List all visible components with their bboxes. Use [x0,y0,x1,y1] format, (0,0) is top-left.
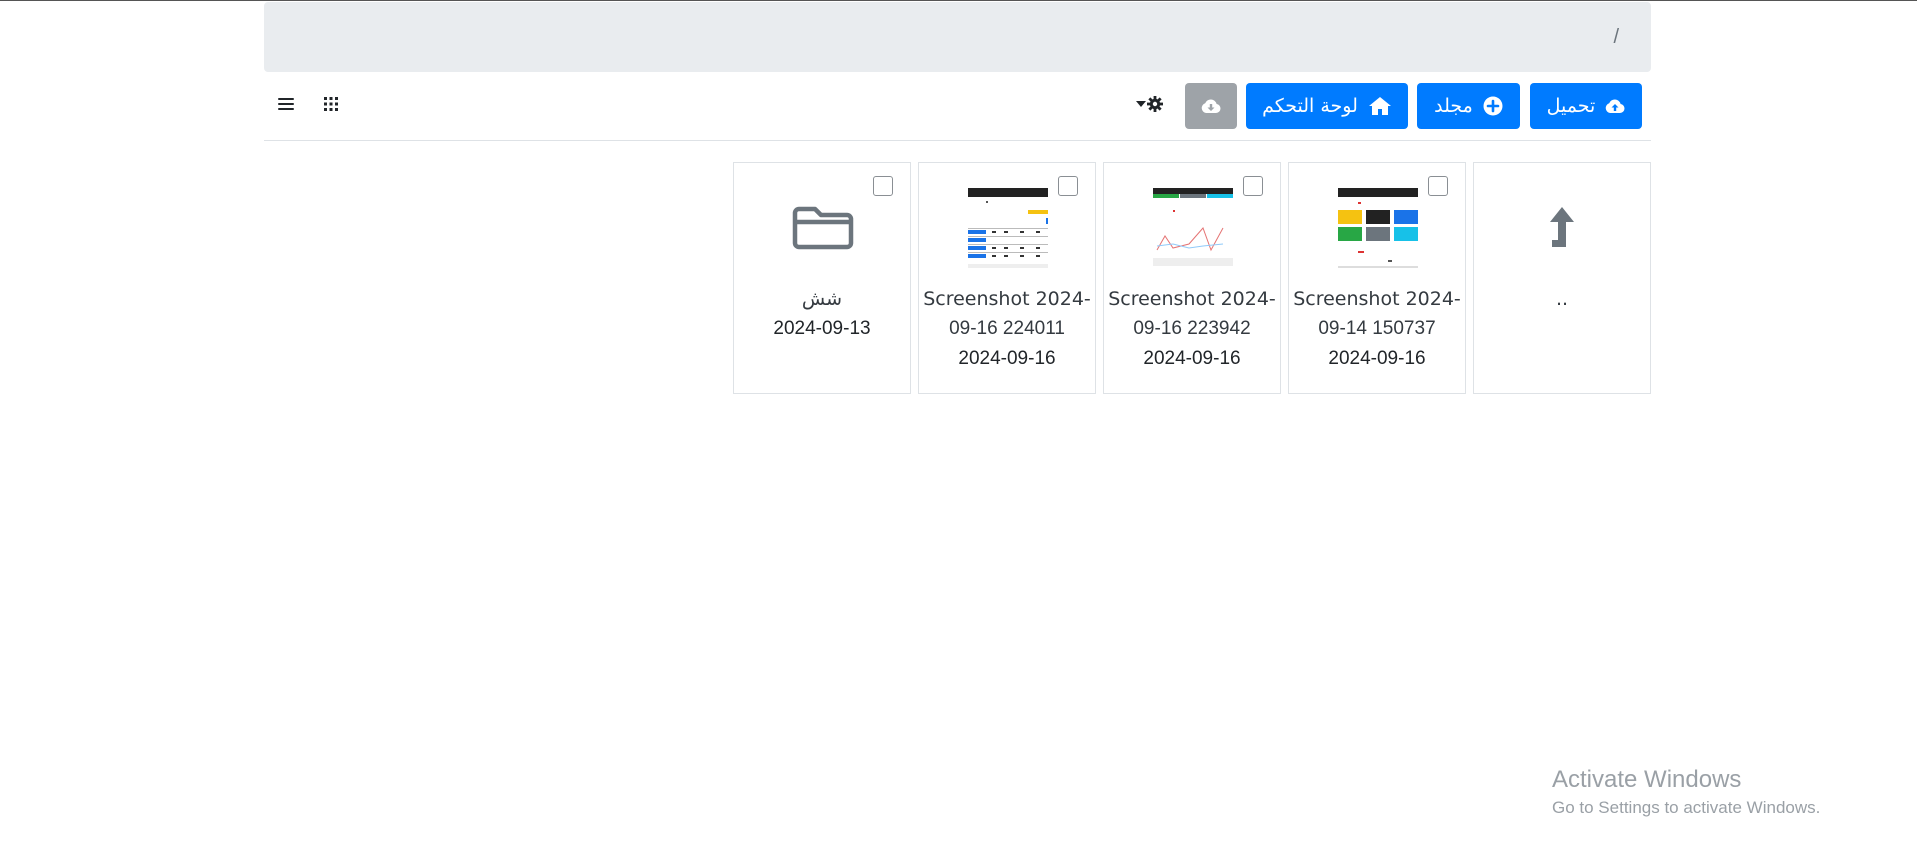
toolbar: تحميل مجلد لوحة التحكم [264,72,1651,141]
image-thumbnail [1338,188,1418,268]
caret-down-icon [1136,101,1146,107]
folder-icon [792,206,854,250]
file-card[interactable]: Screenshot 2024- 09-14 150737 2024-09-16 [1288,162,1466,394]
dashboard-label: لوحة التحكم [1262,95,1358,117]
breadcrumb: / [264,2,1651,72]
plus-circle-icon [1483,96,1503,116]
watermark-subtitle: Go to Settings to activate Windows. [1552,798,1821,817]
folder-label: مجلد [1434,95,1473,117]
file-card[interactable]: Screenshot 2024- 09-16 223942 2024-09-16 [1103,162,1281,394]
list-view-icon[interactable] [278,97,294,111]
select-checkbox[interactable] [1058,176,1078,196]
item-name: شش [801,288,843,310]
file-card[interactable]: Screenshot 2024- 09-16 224011 2024-09-16 [918,162,1096,394]
item-name-cont: 09-16 223942 [1133,318,1251,339]
item-name: Screenshot 2024- [1293,288,1461,310]
cloud-upload-icon [1606,99,1625,113]
item-date: 2024-09-13 [773,318,871,339]
home-icon [1368,97,1391,115]
cloud-download-icon [1201,99,1221,113]
view-toggle [278,97,338,111]
upload-button[interactable]: تحميل [1530,83,1642,129]
folder-card[interactable]: شش 2024-09-13 [733,162,911,394]
item-date: 2024-09-16 [1328,348,1426,369]
remote-upload-button[interactable] [1185,83,1237,129]
watermark-title: Activate Windows [1552,766,1742,793]
gear-icon [1147,96,1163,112]
new-folder-button[interactable]: مجلد [1417,83,1520,129]
activate-windows-watermark: Activate Windows Go to Settings to activ… [1552,766,1820,818]
parent-directory-card[interactable]: .. [1473,162,1651,394]
file-manager: / تحميل مجلد لوحة التحكم .. Screenshot 2… [264,2,1651,394]
select-checkbox[interactable] [1243,176,1263,196]
item-date: 2024-09-16 [1143,348,1241,369]
dashboard-button[interactable]: لوحة التحكم [1246,83,1408,129]
image-thumbnail [1153,188,1233,268]
item-name-cont: 09-16 224011 [949,318,1065,339]
image-thumbnail [968,188,1048,268]
file-grid: .. Screenshot 2024- 09-14 150737 2024-09… [264,162,1651,394]
grid-view-icon[interactable] [324,97,338,111]
upload-label: تحميل [1546,95,1596,117]
item-name: Screenshot 2024- [1108,288,1276,310]
item-date: 2024-09-16 [958,348,1056,369]
item-name-cont: 09-14 150737 [1318,318,1436,339]
select-checkbox[interactable] [1428,176,1448,196]
breadcrumb-root[interactable]: / [1613,26,1619,49]
item-name: Screenshot 2024- [923,288,1091,310]
select-checkbox[interactable] [873,176,893,196]
settings-dropdown[interactable] [1136,96,1163,112]
item-name: .. [1555,288,1569,310]
level-up-icon [1550,207,1574,247]
